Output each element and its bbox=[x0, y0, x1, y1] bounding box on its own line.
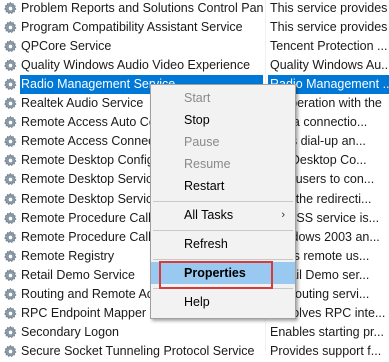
service-row[interactable]: Secure Socket Tunneling Protocol Service… bbox=[0, 342, 389, 361]
menu-item-start[interactable]: Start bbox=[151, 87, 295, 109]
gear-icon bbox=[3, 20, 18, 35]
menu-divider bbox=[153, 259, 293, 260]
service-name: Program Compatibility Assistant Service bbox=[21, 20, 243, 35]
menu-item-stop[interactable]: Stop bbox=[151, 109, 295, 131]
service-description: This service provides bbox=[270, 1, 388, 15]
service-row[interactable]: Secondary Logon Enables starting pr... bbox=[0, 323, 389, 342]
menu-item-resume[interactable]: Resume bbox=[151, 153, 295, 175]
gear-icon bbox=[3, 268, 18, 283]
service-description: Provides support f... bbox=[270, 343, 382, 358]
menu-item-restart[interactable]: Restart bbox=[151, 175, 295, 197]
menu-item-pause[interactable]: Pause bbox=[151, 131, 295, 153]
gear-icon bbox=[3, 77, 18, 92]
service-row[interactable]: Problem Reports and Solutions Control Pa… bbox=[0, 0, 389, 18]
menu-divider bbox=[153, 230, 293, 231]
gear-icon bbox=[3, 287, 18, 302]
gear-icon bbox=[3, 306, 18, 321]
gear-icon bbox=[3, 58, 18, 73]
gear-icon bbox=[3, 153, 18, 168]
gear-icon bbox=[3, 115, 18, 130]
gear-icon bbox=[3, 134, 18, 149]
gear-icon bbox=[3, 1, 18, 16]
gear-icon bbox=[3, 344, 18, 359]
service-name: Problem Reports and Solutions Control Pa… bbox=[21, 1, 263, 15]
gear-icon bbox=[3, 211, 18, 226]
gear-icon bbox=[3, 325, 18, 340]
gear-icon bbox=[3, 230, 18, 245]
service-description: This service provides bbox=[270, 20, 388, 35]
service-description: Tencent Protection ... bbox=[270, 39, 388, 54]
menu-item-refresh[interactable]: Refresh bbox=[151, 233, 295, 255]
service-name: QPCore Service bbox=[21, 39, 112, 54]
service-name: Quality Windows Audio Video Experience bbox=[21, 58, 251, 73]
service-row[interactable]: Quality Windows Audio Video Experience Qu… bbox=[0, 56, 389, 75]
properties-highlight-box bbox=[159, 261, 273, 289]
submenu-arrow-icon: › bbox=[281, 209, 285, 221]
gear-icon bbox=[3, 96, 18, 111]
all-tasks-label: All Tasks bbox=[184, 208, 234, 222]
service-row[interactable]: QPCore Service Tencent Protection ... bbox=[0, 37, 389, 56]
menu-item-all-tasks[interactable]: All Tasks › bbox=[151, 204, 295, 226]
menu-item-help[interactable]: Help bbox=[151, 291, 295, 313]
menu-divider bbox=[153, 201, 293, 202]
service-description: Quality Windows Au... bbox=[270, 58, 389, 73]
service-row[interactable]: Program Compatibility Assistant Service T… bbox=[0, 18, 389, 37]
service-name: Secondary Logon bbox=[21, 324, 119, 339]
service-description: Enables starting pr... bbox=[270, 324, 384, 339]
gear-icon bbox=[3, 192, 18, 207]
gear-icon bbox=[3, 39, 18, 54]
gear-icon bbox=[3, 172, 18, 187]
gear-icon bbox=[3, 249, 18, 264]
service-name: Secure Socket Tunneling Protocol Service bbox=[21, 343, 255, 358]
